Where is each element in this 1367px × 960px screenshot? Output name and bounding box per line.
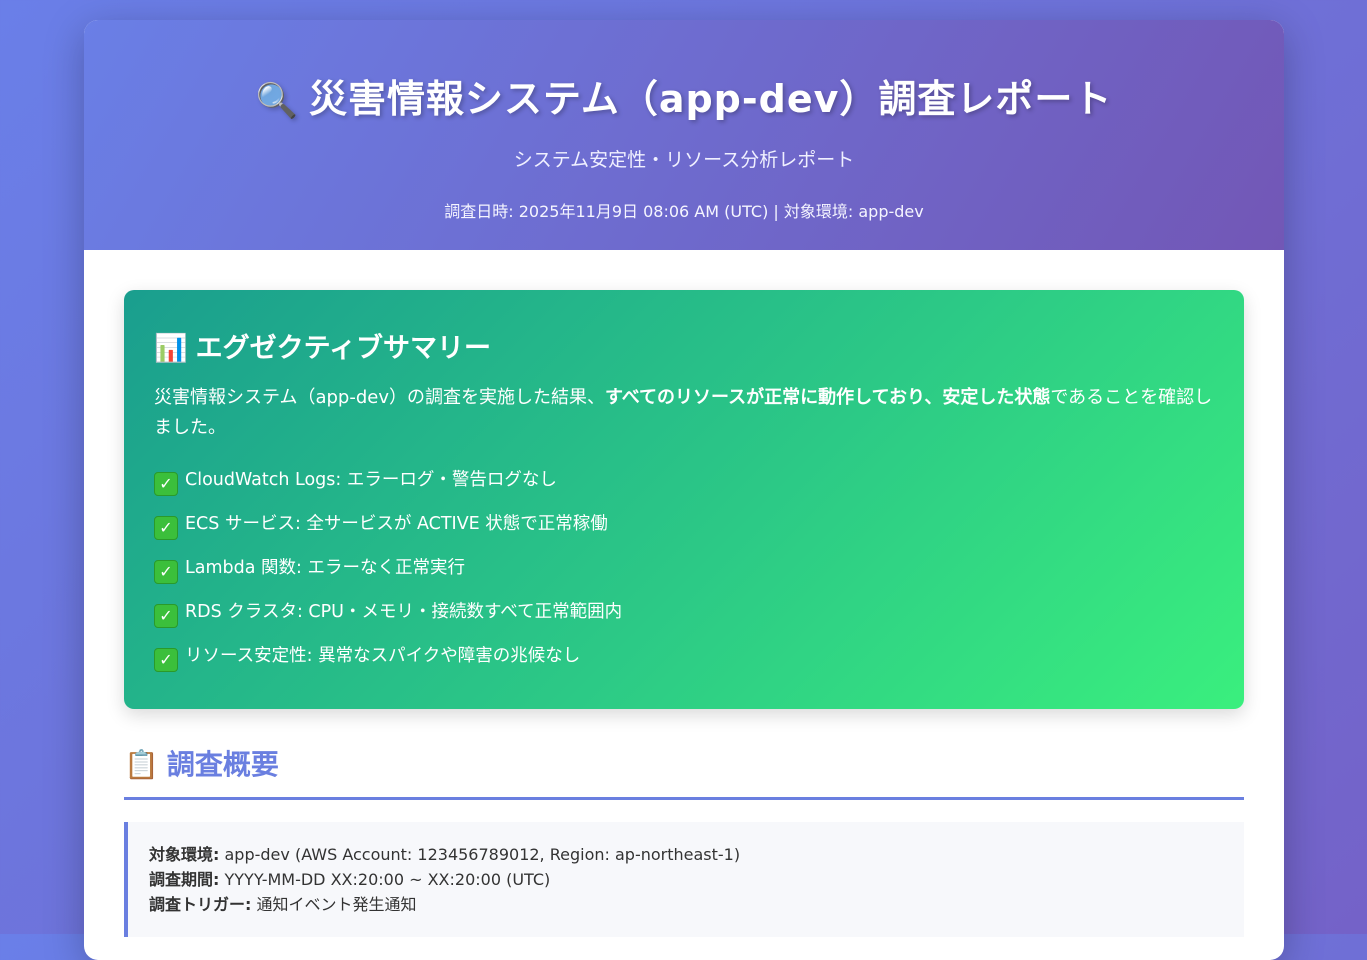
info-row-environment: 対象環境: app-dev (AWS Account: 123456789012… [149,842,1224,867]
info-value: YYYY-MM-DD XX:20:00 ~ XX:20:00 (UTC) [224,870,551,889]
page-title: 🔍 災害情報システム（app-dev）調査レポート [84,20,1284,123]
summary-title: 📊 エグゼクティブサマリー [154,326,1214,365]
summary-check-list: ✓ CloudWatch Logs: エラーログ・警告ログなし ✓ ECS サービス… [154,465,1214,685]
summary-text-before: 災害情報システム（app-dev）の調査を実施した結果、 [154,387,605,408]
list-item-text: CloudWatch Logs: エラーログ・警告ログなし [185,470,557,490]
checkmark-icon: ✓ [154,604,178,628]
info-value: app-dev (AWS Account: 123456789012, Regi… [224,845,741,864]
report-card: 🔍 災害情報システム（app-dev）調査レポート システム安定性・リソース分析レ… [84,20,1284,960]
summary-title-text: エグゼクティブサマリー [195,333,492,364]
checkmark-icon: ✓ [154,516,178,540]
checkmark-icon: ✓ [154,648,178,672]
summary-text-bold: すべてのリソースが正常に動作しており、安定した状態 [605,387,1051,408]
info-row-period: 調査期間: YYYY-MM-DD XX:20:00 ~ XX:20:00 (UT… [149,867,1224,892]
bar-chart-icon: 📊 [154,333,188,364]
list-item-text: リソース安定性: 異常なスパイクや障害の兆候なし [185,646,581,666]
executive-summary: 📊 エグゼクティブサマリー 災害情報システム（app-dev）の調査を実施した結果… [124,290,1244,709]
list-item-text: Lambda 関数: エラーなく正常実行 [185,558,465,578]
page-title-text: 災害情報システム（app-dev）調査レポート [308,77,1113,121]
report-meta: 調査日時: 2025年11月9日 08:06 AM (UTC) | 対象環境: … [444,202,924,221]
checkmark-icon: ✓ [154,560,178,584]
list-item: ✓ RDS クラスタ: CPU・メモリ・接続数すべて正常範囲内 [154,597,1214,641]
info-value: 通知イベント発生通知 [256,895,417,914]
magnifier-icon: 🔍 [255,81,299,121]
list-item-text: ECS サービス: 全サービスが ACTIVE 状態で正常稼働 [185,514,608,534]
list-item: ✓ ECS サービス: 全サービスが ACTIVE 状態で正常稼働 [154,509,1214,553]
summary-text: 災害情報システム（app-dev）の調査を実施した結果、すべてのリソースが正常に… [154,383,1214,443]
info-label: 対象環境: [149,845,220,864]
page-subtitle: システム安定性・リソース分析レポート [513,149,855,171]
list-item-text: RDS クラスタ: CPU・メモリ・接続数すべて正常範囲内 [185,602,623,622]
report-header: 🔍 災害情報システム（app-dev）調査レポート システム安定性・リソース分析レ… [84,20,1284,250]
overview-info-box: 対象環境: app-dev (AWS Account: 123456789012… [124,822,1244,937]
list-item: ✓ CloudWatch Logs: エラーログ・警告ログなし [154,465,1214,509]
list-item: ✓ リソース安定性: 異常なスパイクや障害の兆候なし [154,641,1214,685]
overview-title-text: 調査概要 [166,748,279,781]
info-label: 調査トリガー: [149,895,252,914]
report-content: 📊 エグゼクティブサマリー 災害情報システム（app-dev）の調査を実施した結果… [84,250,1284,960]
overview-section-title: 📋 調査概要 [124,743,1244,800]
clipboard-icon: 📋 [124,748,159,781]
info-row-trigger: 調査トリガー: 通知イベント発生通知 [149,892,1224,917]
info-label: 調査期間: [149,870,220,889]
list-item: ✓ Lambda 関数: エラーなく正常実行 [154,553,1214,597]
checkmark-icon: ✓ [154,472,178,496]
